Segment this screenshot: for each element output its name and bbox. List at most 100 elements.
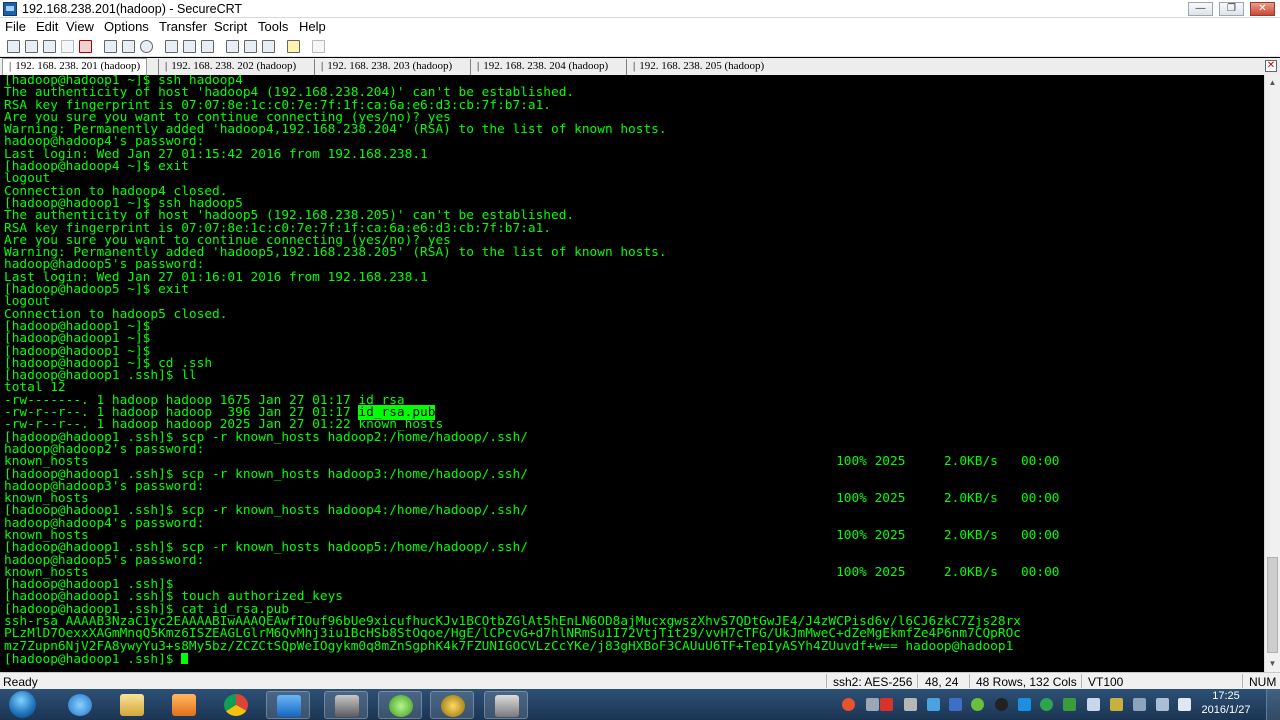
tab-session-204[interactable]: | 192. 168. 238. 204 (hadoop) (470, 59, 614, 75)
menu-script[interactable]: Script (214, 19, 247, 34)
media-player-icon[interactable] (162, 691, 206, 719)
connect-tab-icon[interactable] (43, 40, 56, 53)
status-protocol: ssh2: AES-256 (833, 675, 913, 689)
find-icon[interactable] (140, 40, 153, 53)
terminal-line: known_hosts 100% 2025 2.0KB/s 00:00 (4, 566, 1264, 579)
session-tab-bar: | 192. 168. 238. 201 (hadoop) | 192. 168. … (0, 58, 1280, 75)
tray-app-icon[interactable] (1110, 698, 1123, 711)
menu-bar: File Edit View Options Transfer Script T… (0, 18, 1280, 37)
close-tab-icon[interactable]: ✕ (1265, 60, 1277, 72)
network-icon[interactable] (1087, 698, 1100, 711)
global-options-icon[interactable] (244, 40, 257, 53)
file-explorer-icon[interactable] (110, 691, 154, 719)
chrome-icon[interactable] (214, 691, 258, 719)
window-title: 192.168.238.201(hadoop) - SecureCRT (22, 2, 243, 16)
terminal-line: Last login: Wed Jan 27 01:16:01 2016 fro… (4, 271, 1264, 284)
tab-session-205[interactable]: | 192. 168. 238. 205 (hadoop) (626, 59, 770, 75)
shield-icon[interactable] (1063, 698, 1076, 711)
tray-app-icon[interactable] (880, 698, 893, 711)
keymap-icon[interactable] (262, 40, 275, 53)
start-button[interactable] (4, 689, 42, 720)
disconnect-icon[interactable] (79, 40, 92, 53)
connect-icon[interactable] (7, 40, 20, 53)
print-selection-icon[interactable] (183, 40, 196, 53)
terminal-line: [hadoop@hadoop1 .ssh]$ ll (4, 369, 1264, 382)
terminal-line: Connection to hadoop5 closed. (4, 308, 1264, 321)
menu-help[interactable]: Help (299, 19, 326, 34)
tray-app-icon[interactable] (904, 698, 917, 711)
close-window-button[interactable]: ✕ (1250, 2, 1275, 16)
tab-label: 192. 168. 238. 205 (hadoop) (639, 60, 765, 72)
tab-label: 192. 168. 238. 203 (hadoop) (327, 60, 453, 72)
tray-app-icon[interactable] (971, 698, 984, 711)
tray-app-icon[interactable] (866, 698, 879, 711)
sftp-icon[interactable] (312, 40, 325, 53)
quick-connect-icon[interactable] (25, 40, 38, 53)
title-bar: 192.168.238.201(hadoop) - SecureCRT — ❐ … (0, 0, 1280, 18)
tab-session-203[interactable]: | 192. 168. 238. 203 (hadoop) (314, 59, 458, 75)
status-divider (969, 674, 970, 688)
tab-session-201[interactable]: | 192. 168. 238. 201 (hadoop) (2, 58, 148, 75)
scroll-up-icon[interactable]: ▲ (1265, 75, 1280, 91)
menu-tools[interactable]: Tools (258, 19, 288, 34)
status-terminal-type: VT100 (1088, 675, 1124, 689)
status-divider (1242, 674, 1243, 688)
tab-session-202[interactable]: | 192. 168. 238. 202 (hadoop) (158, 59, 302, 75)
minimize-button[interactable]: — (1188, 2, 1213, 16)
terminal-scrollbar[interactable]: ▲ ▼ (1264, 75, 1280, 672)
reconnect-icon[interactable] (61, 40, 74, 53)
session-options-icon[interactable] (226, 40, 239, 53)
tray-app-icon[interactable] (949, 698, 962, 711)
print-icon[interactable] (165, 40, 178, 53)
printer-icon[interactable] (201, 40, 214, 53)
status-divider (917, 674, 918, 688)
internet-explorer-icon[interactable] (58, 691, 102, 719)
terminal-line: [hadoop@hadoop1 ~]$ (4, 332, 1264, 345)
menu-options[interactable]: Options (104, 19, 149, 34)
terminal-output[interactable]: [hadoop@hadoop1 ~]$ ssh hadoop4 The authe… (0, 75, 1264, 672)
terminal-line: [hadoop@hadoop5 ~]$ exit (4, 283, 1264, 296)
menu-edit[interactable]: Edit (36, 19, 58, 34)
tray-app-icon[interactable] (842, 698, 855, 711)
menu-file[interactable]: File (5, 19, 26, 34)
remote-desktop-icon[interactable] (484, 691, 528, 719)
help-icon[interactable] (287, 40, 300, 53)
clock-date: 2016/1/27 (1201, 704, 1251, 716)
status-divider (1081, 674, 1082, 688)
windows-taskbar: 17:25 2016/1/27 (0, 689, 1280, 720)
terminal-line: mz7Zupn6NjV2FA8ywyYu3+s8My5bz/ZCZCtSQpWe… (4, 640, 1264, 653)
terminal-line: [hadoop@hadoop1 ~]$ (4, 320, 1264, 333)
vmware-icon[interactable] (378, 691, 422, 719)
system-clock[interactable]: 17:25 2016/1/27 (1196, 689, 1256, 717)
qq-icon[interactable] (995, 698, 1008, 711)
bluetooth-icon[interactable] (1018, 698, 1031, 711)
outlook-icon[interactable] (266, 691, 310, 719)
action-center-icon[interactable] (1133, 698, 1146, 711)
paste-icon[interactable] (122, 40, 135, 53)
maximize-button[interactable]: ❐ (1219, 2, 1244, 16)
terminal-line-text: [hadoop@hadoop1 .ssh]$ (4, 651, 182, 667)
menu-view[interactable]: View (66, 19, 94, 34)
tray-app-icon[interactable] (927, 698, 940, 711)
terminal-line: [hadoop@hadoop1 .ssh]$ (4, 651, 1264, 667)
securecrt-app-icon[interactable] (3, 2, 17, 16)
scroll-down-icon[interactable]: ▼ (1265, 656, 1280, 672)
status-numlock: NUM (1249, 675, 1277, 689)
scrollbar-thumb[interactable] (1267, 557, 1278, 653)
copy-icon[interactable] (104, 40, 117, 53)
securecrt-icon[interactable] (324, 691, 368, 719)
tab-label: 192. 168. 238. 201 (hadoop) (15, 60, 141, 72)
status-terminal-size: 48 Rows, 132 Cols (976, 675, 1077, 689)
tray-app-icon[interactable] (1040, 698, 1053, 711)
toolbar (0, 37, 1280, 57)
show-desktop-button[interactable] (1266, 689, 1280, 720)
terminal-line: Last login: Wed Jan 27 01:15:42 2016 fro… (4, 148, 1264, 161)
network-signal-icon[interactable] (1156, 698, 1169, 711)
volume-icon[interactable] (1178, 698, 1191, 711)
terminal-cursor (181, 652, 189, 664)
status-bar: Ready ssh2: AES-256 48, 24 48 Rows, 132 … (0, 672, 1280, 689)
status-ready: Ready (3, 675, 38, 689)
tab-label: 192. 168. 238. 204 (hadoop) (483, 60, 609, 72)
app-icon[interactable] (430, 691, 474, 719)
menu-transfer[interactable]: Transfer (159, 19, 207, 34)
